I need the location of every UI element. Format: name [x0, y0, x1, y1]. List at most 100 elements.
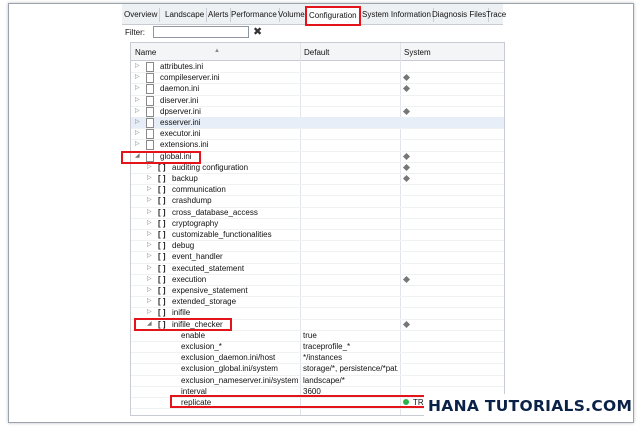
- collapsed-arrow-icon[interactable]: ▷: [147, 218, 152, 229]
- column-header-name[interactable]: Name: [135, 48, 156, 57]
- ini-file-icon: [146, 140, 154, 151]
- inherited-value-icon: [402, 174, 411, 183]
- section-icon: [ ]: [158, 297, 166, 307]
- row-name: enable: [181, 330, 206, 340]
- row-name: dpserver.ini: [160, 106, 201, 116]
- row-name: esserver.ini: [160, 118, 201, 127]
- configuration-panel: Overview Landscape Alerts Performance Vo…: [122, 4, 506, 420]
- row-name: inifile: [172, 308, 191, 318]
- filter-label: Filter:: [125, 28, 145, 37]
- inherited-value-icon: [402, 320, 411, 328]
- row-default-value: traceprofile_*: [303, 342, 351, 351]
- section-icon: [ ]: [158, 174, 166, 183]
- inherited-value-icon: [402, 152, 411, 160]
- collapsed-arrow-icon[interactable]: ▷: [147, 195, 152, 206]
- row-name: event_handler: [172, 252, 223, 262]
- section-icon: [ ]: [158, 286, 166, 295]
- section-icon: [ ]: [158, 185, 166, 195]
- inherited-value-icon: [402, 275, 411, 283]
- row-name: daemon.ini: [160, 84, 200, 94]
- ini-file-icon: [146, 84, 154, 95]
- collapsed-arrow-icon[interactable]: ▷: [147, 207, 152, 218]
- row-default-value: landscape/*: [303, 375, 345, 385]
- collapsed-arrow-icon[interactable]: ▷: [147, 263, 152, 274]
- row-name: attributes.ini: [160, 62, 204, 71]
- sort-indicator-icon: ▲: [214, 48, 220, 54]
- tab-configuration[interactable]: Configuration: [305, 6, 361, 26]
- row-name: communication: [172, 185, 226, 195]
- ini-file-icon: [146, 129, 154, 140]
- row-name: crashdump: [172, 196, 212, 206]
- row-name: cross_database_access: [172, 207, 258, 217]
- tab-performance[interactable]: Performance: [229, 8, 280, 22]
- row-name: debug: [172, 241, 195, 251]
- inherited-value-icon: [402, 85, 411, 93]
- collapsed-arrow-icon[interactable]: ▷: [147, 251, 152, 262]
- collapsed-arrow-icon[interactable]: ▷: [135, 128, 140, 139]
- tab-system-information[interactable]: System Information: [360, 8, 434, 22]
- row-name: extended_storage: [172, 297, 237, 307]
- row-name: expensive_statement: [172, 286, 248, 295]
- row-name: executed_statement: [172, 263, 245, 273]
- ini-file-icon: [146, 62, 154, 72]
- ini-file-icon: [146, 95, 154, 106]
- row-name: exclusion_daemon.ini/host: [181, 353, 276, 363]
- highlight-replicate: [170, 395, 451, 408]
- clear-filter-icon[interactable]: ✖: [253, 25, 262, 38]
- tab-overview[interactable]: Overview: [122, 8, 161, 22]
- collapsed-arrow-icon[interactable]: ▷: [135, 95, 140, 106]
- filter-input[interactable]: [153, 26, 249, 38]
- row-name: compileserver.ini: [160, 73, 220, 83]
- section-icon: [ ]: [158, 207, 166, 217]
- collapsed-arrow-icon[interactable]: ▷: [135, 61, 140, 72]
- row-name: backup: [172, 174, 198, 183]
- collapsed-arrow-icon[interactable]: ▷: [135, 139, 140, 150]
- section-icon: [ ]: [158, 263, 166, 273]
- collapsed-arrow-icon[interactable]: ▷: [147, 296, 152, 307]
- tab-landscape[interactable]: Landscape: [163, 8, 208, 22]
- ini-file-icon: [146, 106, 154, 117]
- tab-bar: Overview Landscape Alerts Performance Vo…: [122, 4, 506, 26]
- row-name: cryptography: [172, 218, 219, 228]
- row-default-value: */instances: [303, 353, 343, 363]
- section-icon: [ ]: [158, 252, 166, 262]
- collapsed-arrow-icon[interactable]: ▷: [147, 184, 152, 195]
- row-name: exclusion_global.ini/system: [181, 364, 278, 374]
- configuration-table: ▲ Name Default System ▷ attributes.ini ▷ co…: [130, 42, 505, 416]
- app-window: Overview Landscape Alerts Performance Vo…: [8, 3, 634, 423]
- row-name: exclusion_*: [181, 342, 222, 351]
- inherited-value-icon: [402, 107, 411, 115]
- collapsed-arrow-icon[interactable]: ▷: [147, 307, 152, 318]
- collapsed-arrow-icon[interactable]: ▷: [147, 285, 152, 296]
- section-icon: [ ]: [158, 230, 166, 239]
- column-header-system[interactable]: System: [404, 48, 431, 57]
- collapsed-arrow-icon[interactable]: ▷: [147, 274, 152, 285]
- row-name: customizable_functionalities: [172, 230, 272, 239]
- section-icon: [ ]: [158, 274, 166, 284]
- section-icon: [ ]: [158, 218, 166, 228]
- tab-trace[interactable]: Trace: [484, 8, 508, 22]
- section-icon: [ ]: [158, 196, 166, 206]
- collapsed-arrow-icon[interactable]: ▷: [147, 173, 152, 184]
- collapsed-arrow-icon[interactable]: ▷: [147, 240, 152, 251]
- section-icon: [ ]: [158, 241, 166, 251]
- highlight-inifile-checker: [134, 318, 232, 331]
- collapsed-arrow-icon[interactable]: ▷: [135, 106, 140, 117]
- table-header: ▲ Name Default System: [131, 43, 504, 61]
- row-name: exclusion_nameserver.ini/system: [181, 375, 299, 385]
- section-icon: [ ]: [158, 308, 166, 318]
- highlight-global-ini: [121, 151, 201, 164]
- tab-alerts[interactable]: Alerts: [206, 8, 232, 22]
- inherited-value-icon: [402, 74, 411, 82]
- row-name: diserver.ini: [160, 95, 199, 105]
- collapsed-arrow-icon[interactable]: ▷: [135, 117, 140, 128]
- inherited-value-icon: [402, 163, 411, 171]
- collapsed-arrow-icon[interactable]: ▷: [147, 229, 152, 240]
- row-name: executor.ini: [160, 129, 201, 139]
- collapsed-arrow-icon[interactable]: ▷: [135, 83, 140, 94]
- ini-file-icon: [146, 118, 154, 128]
- column-header-default[interactable]: Default: [304, 48, 329, 57]
- collapsed-arrow-icon[interactable]: ▷: [135, 72, 140, 83]
- row-name: execution: [172, 274, 207, 284]
- tab-diagnosis-files[interactable]: Diagnosis Files: [430, 8, 490, 22]
